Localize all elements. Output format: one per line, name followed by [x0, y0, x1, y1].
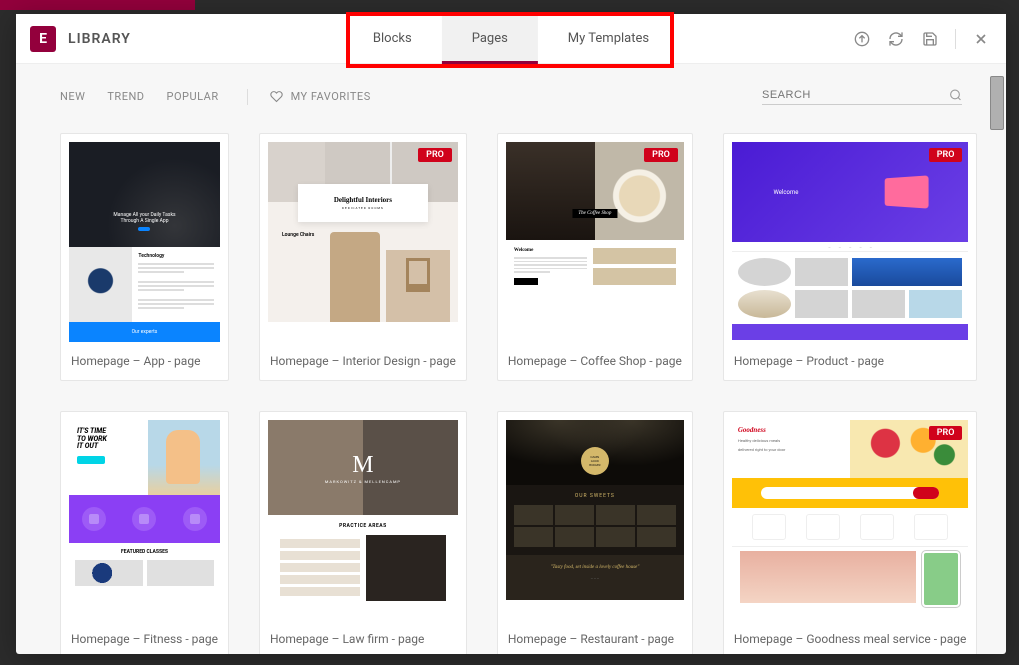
- template-caption: Homepage – App - page: [61, 350, 228, 380]
- template-card[interactable]: IT'S TIME TO WORK IT OUT FEATURED CLASSE…: [60, 411, 229, 654]
- template-card[interactable]: PRO The Coffee Shop Welcome: [497, 133, 693, 381]
- favorites-label: MY FAVORITES: [291, 90, 371, 103]
- template-thumbnail: M MARKOWITZ & MELLENCAMP PRACTICE AREAS: [268, 420, 458, 620]
- template-card[interactable]: PRO Welcome —————: [723, 133, 978, 381]
- elementor-logo: E: [30, 26, 56, 52]
- header-actions: [847, 24, 1006, 54]
- template-thumbnail: DAMN GOOD BURGER OUR SWEETS "Tasty food,…: [506, 420, 684, 620]
- template-caption: Homepage – Law firm - page: [260, 628, 466, 654]
- upload-icon[interactable]: [847, 24, 877, 54]
- filter-bar: NEW TREND POPULAR MY FAVORITES: [60, 89, 371, 105]
- template-caption: Homepage – Restaurant - page: [498, 628, 692, 654]
- tab-pages[interactable]: Pages: [442, 14, 538, 63]
- close-icon[interactable]: [966, 24, 996, 54]
- template-thumbnail: PRO Delightful Interiors DEDICATED ROOMS…: [268, 142, 458, 342]
- template-thumbnail: PRO The Coffee Shop Welcome: [506, 142, 684, 342]
- heart-icon: [270, 90, 283, 103]
- template-card[interactable]: PRO Delightful Interiors DEDICATED ROOMS…: [259, 133, 467, 381]
- template-thumbnail: PRO Welcome —————: [732, 142, 969, 342]
- save-icon[interactable]: [915, 24, 945, 54]
- subheader: NEW TREND POPULAR MY FAVORITES: [16, 64, 1006, 119]
- search-icon: [949, 88, 962, 102]
- modal-header: E LIBRARY Blocks Pages My Templates: [16, 14, 1006, 64]
- pro-badge: PRO: [929, 426, 963, 440]
- template-caption: Homepage – Coffee Shop - page: [498, 350, 692, 380]
- template-thumbnail: PRO Goodness Healthy delicious meals del…: [732, 420, 969, 620]
- template-card[interactable]: PRO Goodness Healthy delicious meals del…: [723, 411, 978, 654]
- filter-trend[interactable]: TREND: [107, 90, 144, 103]
- template-caption: Homepage – Fitness - page: [61, 628, 228, 654]
- template-thumbnail: Manage All your Daily Tasks Through A Si…: [69, 142, 220, 342]
- library-modal: E LIBRARY Blocks Pages My Templates: [16, 14, 1006, 654]
- sync-icon[interactable]: [881, 24, 911, 54]
- modal-title: LIBRARY: [68, 31, 131, 47]
- template-card[interactable]: DAMN GOOD BURGER OUR SWEETS "Tasty food,…: [497, 411, 693, 654]
- pro-badge: PRO: [929, 148, 963, 162]
- template-card[interactable]: Manage All your Daily Tasks Through A Si…: [60, 133, 229, 381]
- scrollbar-thumb[interactable]: [990, 76, 1004, 130]
- filter-favorites[interactable]: MY FAVORITES: [270, 90, 371, 103]
- filter-popular[interactable]: POPULAR: [167, 90, 219, 103]
- search-field[interactable]: [762, 88, 962, 105]
- filter-new[interactable]: NEW: [60, 90, 85, 103]
- template-thumbnail: IT'S TIME TO WORK IT OUT FEATURED CLASSE…: [69, 420, 220, 620]
- template-caption: Homepage – Interior Design - page: [260, 350, 466, 380]
- search-input[interactable]: [762, 89, 949, 101]
- template-caption: Homepage – Goodness meal service - page: [724, 628, 977, 654]
- tabs: Blocks Pages My Templates: [343, 14, 679, 63]
- template-grid: Manage All your Daily Tasks Through A Si…: [16, 119, 1006, 654]
- tab-blocks[interactable]: Blocks: [343, 14, 442, 63]
- pro-badge: PRO: [644, 148, 678, 162]
- template-card[interactable]: M MARKOWITZ & MELLENCAMP PRACTICE AREAS …: [259, 411, 467, 654]
- pro-badge: PRO: [418, 148, 452, 162]
- template-caption: Homepage – Product - page: [724, 350, 977, 380]
- tab-my-templates[interactable]: My Templates: [538, 14, 679, 63]
